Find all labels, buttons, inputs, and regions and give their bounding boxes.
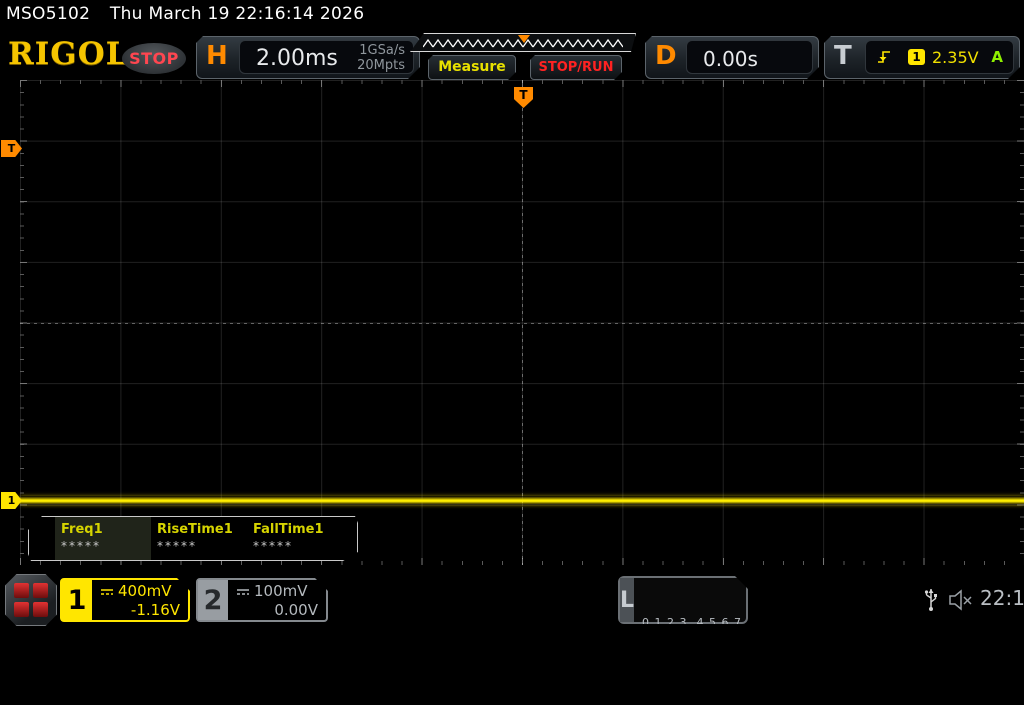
trigger-panel[interactable]: T 1 2.35V A bbox=[824, 36, 1020, 79]
rising-edge-icon bbox=[876, 48, 894, 66]
measurement-label: RiseTime1 bbox=[157, 522, 233, 537]
channel1-offset: -1.16V bbox=[130, 601, 180, 619]
trigger-sweep-mode: A bbox=[991, 48, 1003, 66]
channel1-scale: 400mV bbox=[118, 582, 172, 600]
channel1-offset-marker[interactable]: 1 bbox=[1, 492, 22, 509]
model-name: MSO5102 bbox=[6, 4, 91, 24]
menu-button[interactable] bbox=[5, 574, 57, 626]
channel1-trace[interactable] bbox=[20, 496, 1024, 505]
dc-coupling-icon bbox=[100, 588, 114, 596]
channel1-number: 1 bbox=[62, 580, 92, 620]
center-horizontal-gridline bbox=[20, 322, 1024, 324]
measurement-value: ***** bbox=[61, 539, 101, 553]
usb-icon bbox=[924, 589, 937, 611]
trigger-inner: 1 2.35V A bbox=[865, 40, 1014, 74]
delay-label: D bbox=[655, 41, 677, 71]
toolbar: RIGOL STOP H 2.00ms 1GSa/s 20Mpts Measur… bbox=[0, 30, 1024, 80]
trigger-level-marker[interactable]: T bbox=[1, 140, 22, 157]
channel2-status-box[interactable]: 2 100mV 0.00V bbox=[196, 578, 328, 622]
delay-inner: 0.00s bbox=[686, 40, 813, 74]
dc-coupling-icon bbox=[236, 588, 250, 596]
titlebar: MSO5102 Thu March 19 22:16:14 2026 bbox=[0, 0, 1024, 30]
run-state-badge[interactable]: STOP bbox=[122, 43, 186, 74]
logic-channel-numbers: 0 1 2 3 4 5 6 7 8 9 10 11 12 13 14 15 bbox=[634, 578, 785, 622]
measurement-label: Freq1 bbox=[61, 522, 103, 537]
sample-rate: 1GSa/s bbox=[359, 43, 405, 58]
horizontal-label: H bbox=[206, 41, 228, 71]
channel2-values: 100mV 0.00V bbox=[228, 580, 326, 620]
measure-button[interactable]: Measure bbox=[428, 55, 516, 80]
horizontal-values: 2.00ms 1GSa/s 20Mpts bbox=[239, 40, 414, 74]
menu-grid-icon bbox=[14, 583, 48, 617]
logic-row2: 8 9 10 11 12 13 14 15 bbox=[642, 661, 786, 674]
trigger-source-badge: 1 bbox=[908, 49, 925, 65]
channel2-number: 2 bbox=[198, 580, 228, 620]
memory-depth: 20Mpts bbox=[357, 58, 405, 73]
sample-rate-memdepth: 1GSa/s 20Mpts bbox=[357, 43, 405, 73]
measurement-value: ***** bbox=[253, 539, 293, 553]
measurement-falltime1[interactable]: FallTime1 ***** bbox=[247, 517, 343, 560]
trigger-level-value: 2.35V bbox=[932, 47, 979, 67]
logic-row1: 0 1 2 3 4 5 6 7 bbox=[642, 616, 742, 629]
waveform-overview-strip[interactable] bbox=[410, 33, 636, 52]
waveform-display-area[interactable] bbox=[20, 80, 1024, 565]
channel1-status-box[interactable]: 1 400mV -1.16V bbox=[60, 578, 190, 622]
measurement-label: FallTime1 bbox=[253, 522, 324, 537]
strip-trigger-position-icon[interactable] bbox=[518, 35, 530, 43]
horizontal-panel[interactable]: H 2.00ms 1GSa/s 20Mpts bbox=[196, 36, 420, 79]
channel2-scale: 100mV bbox=[254, 582, 308, 600]
stop-run-button[interactable]: STOP/RUN bbox=[530, 55, 622, 80]
measurement-results-panel[interactable]: Freq1 ***** RiseTime1 ***** FallTime1 **… bbox=[28, 516, 358, 561]
timebase-value: 2.00ms bbox=[256, 46, 338, 71]
rigol-logo: RIGOL bbox=[8, 36, 129, 72]
datetime-text: Thu March 19 22:16:14 2026 bbox=[109, 4, 365, 24]
logic-label: L bbox=[620, 578, 634, 622]
clock-display: 22:15 bbox=[980, 586, 1024, 610]
logic-analyzer-status-box[interactable]: L 0 1 2 3 4 5 6 7 8 9 10 11 12 13 14 15 bbox=[618, 576, 748, 624]
channel2-offset: 0.00V bbox=[274, 601, 318, 619]
channel1-values: 400mV -1.16V bbox=[92, 580, 188, 620]
delay-panel[interactable]: D 0.00s bbox=[645, 36, 819, 79]
measurement-freq1[interactable]: Freq1 ***** bbox=[55, 517, 151, 560]
trigger-label: T bbox=[834, 41, 852, 71]
measurement-value: ***** bbox=[157, 539, 197, 553]
speaker-muted-icon[interactable] bbox=[948, 589, 974, 611]
delay-value: 0.00s bbox=[703, 47, 758, 71]
measurement-risetime1[interactable]: RiseTime1 ***** bbox=[151, 517, 247, 560]
status-icons: 22:15 bbox=[924, 584, 1024, 616]
